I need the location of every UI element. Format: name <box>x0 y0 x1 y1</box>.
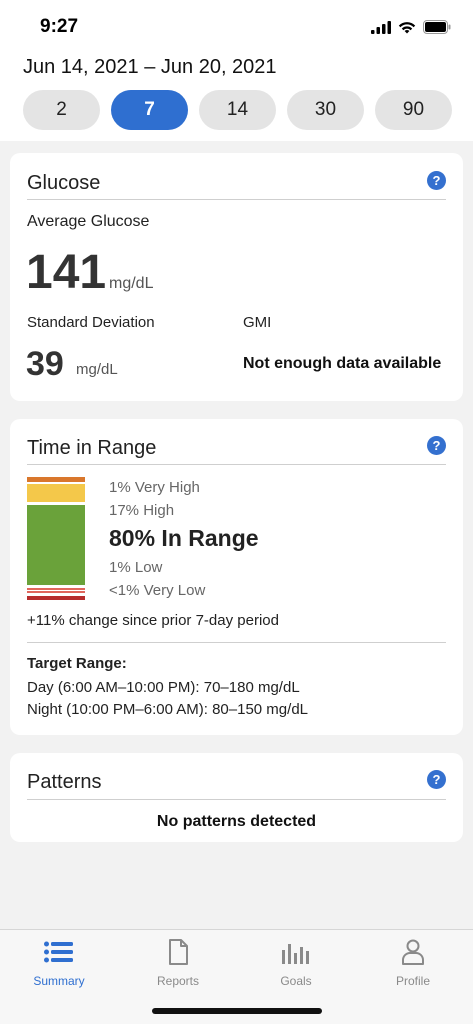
range-selector: 2 7 14 30 90 <box>23 90 452 130</box>
status-icons <box>371 20 451 34</box>
patterns-title: Patterns <box>27 771 102 793</box>
wifi-icon <box>398 21 416 33</box>
document-icon <box>162 938 194 966</box>
date-range-label: Jun 14, 2021 – Jun 20, 2021 <box>23 56 277 78</box>
gmi-label: GMI <box>243 314 272 331</box>
glucose-card: Glucose ? Average Glucose 141 mg/dL Stan… <box>10 153 463 401</box>
range-option-7-days[interactable]: 7 <box>111 90 188 130</box>
home-indicator <box>152 1008 322 1014</box>
divider <box>27 642 446 643</box>
bar-chart-icon <box>280 938 312 966</box>
standard-deviation-label: Standard Deviation <box>27 314 155 331</box>
divider <box>27 799 446 800</box>
target-range-title: Target Range: <box>27 655 127 672</box>
tab-profile-label: Profile <box>395 974 430 988</box>
glucose-card-title: Glucose <box>27 172 101 194</box>
change-since-prior-period: +11% change since prior 7-day period <box>27 612 279 629</box>
list-icon <box>43 938 75 966</box>
very-low-segment <box>27 596 85 600</box>
very-high-label: 1% Very High <box>109 479 200 496</box>
range-option-2-days[interactable]: 2 <box>23 90 100 130</box>
cellular-signal-icon <box>371 20 391 34</box>
tab-reports[interactable]: Reports <box>128 938 228 998</box>
tab-reports-label: Reports <box>156 974 200 988</box>
patterns-card: Patterns ? No patterns detected <box>10 753 463 842</box>
standard-deviation-unit: mg/dL <box>76 361 118 378</box>
time-in-range-title: Time in Range <box>27 437 157 459</box>
tab-summary-label: Summary <box>33 974 85 988</box>
very-low-label: <1% Very Low <box>109 582 206 599</box>
average-glucose-label: Average Glucose <box>27 213 150 230</box>
low-label: 1% Low <box>109 559 163 576</box>
time-in-range-bar <box>27 477 85 601</box>
gmi-value: Not enough data available <box>243 355 442 372</box>
range-option-30-days[interactable]: 30 <box>287 90 364 130</box>
tab-profile[interactable]: Profile <box>363 938 463 998</box>
tab-summary[interactable]: Summary <box>9 938 109 998</box>
time-in-range-help-icon[interactable]: ? <box>427 436 446 455</box>
tab-goals-label: Goals <box>280 974 312 988</box>
range-option-14-days[interactable]: 14 <box>199 90 276 130</box>
divider <box>27 464 446 465</box>
range-option-90-days[interactable]: 90 <box>375 90 452 130</box>
high-label: 17% High <box>109 502 175 519</box>
divider <box>27 199 446 200</box>
target-range-night: Night (10:00 PM–6:00 AM): 80–150 mg/dL <box>27 701 309 718</box>
in-range-label: 80% In Range <box>109 525 259 551</box>
low-segment-inner <box>27 590 85 591</box>
status-time: 9:27 <box>40 16 79 37</box>
very-high-segment <box>27 477 85 482</box>
status-bar: 9:27 <box>0 0 473 48</box>
average-glucose-value: 141 <box>26 246 107 299</box>
in-range-segment <box>27 505 85 585</box>
summary-header: Jun 14, 2021 – Jun 20, 2021 2 7 14 30 90 <box>0 48 473 141</box>
no-patterns-message: No patterns detected <box>156 813 317 830</box>
high-segment <box>27 484 85 502</box>
standard-deviation-value: 39 <box>26 345 64 383</box>
average-glucose-unit: mg/dL <box>109 275 154 292</box>
glucose-help-icon[interactable]: ? <box>427 171 446 190</box>
time-in-range-card: Time in Range ? 1% Very High 17% High 80… <box>10 419 463 735</box>
person-icon <box>397 938 429 966</box>
target-range-day: Day (6:00 AM–10:00 PM): 70–180 mg/dL <box>27 679 300 696</box>
patterns-help-icon[interactable]: ? <box>427 770 446 789</box>
battery-icon <box>423 20 451 34</box>
tab-goals[interactable]: Goals <box>246 938 346 998</box>
